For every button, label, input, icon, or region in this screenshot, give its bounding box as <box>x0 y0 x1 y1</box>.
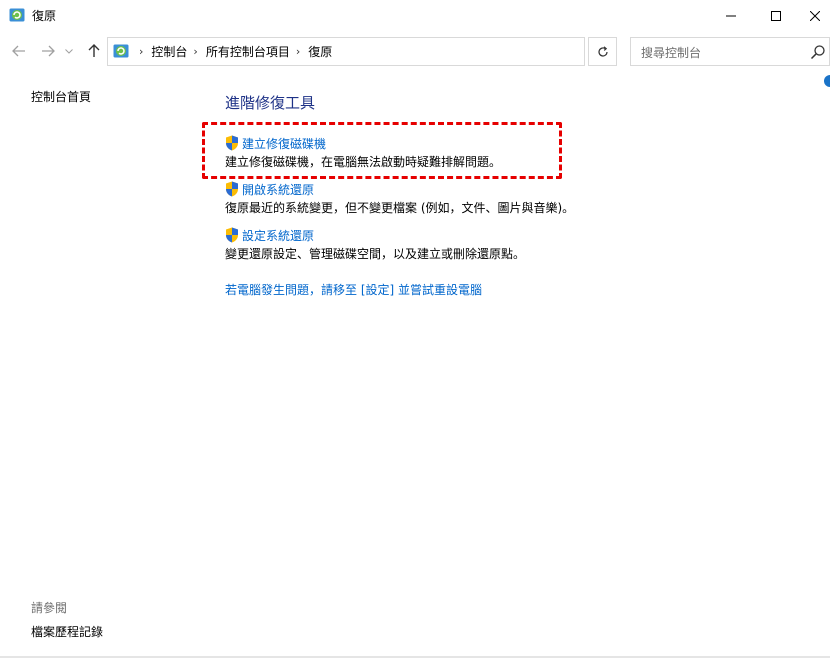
minimize-icon <box>726 15 736 16</box>
tool-open-system-restore: 開啟系統還原 復原最近的系統變更，但不變更檔案 (例如，文件、圖片與音樂)。 <box>225 181 574 216</box>
search-box[interactable]: 搜尋控制台 <box>630 37 830 66</box>
refresh-icon <box>597 45 608 57</box>
breadcrumb-recovery[interactable]: 復原 <box>308 43 332 60</box>
maximize-icon <box>771 10 781 21</box>
page-title: 進階修復工具 <box>225 94 316 112</box>
forward-arrow-icon <box>42 45 55 57</box>
window-title: 復原 <box>32 9 57 23</box>
breadcrumb-control-panel[interactable]: 控制台 <box>151 43 187 60</box>
uac-shield-icon <box>226 181 238 197</box>
close-button[interactable] <box>799 0 830 31</box>
configure-system-restore-description: 變更還原設定、管理磁碟空間，以及建立或刪除還原點。 <box>225 247 526 261</box>
open-system-restore-label[interactable]: 開啟系統還原 <box>242 181 314 198</box>
refresh-button[interactable] <box>588 37 617 66</box>
search-placeholder[interactable]: 搜尋控制台 <box>641 44 701 61</box>
see-also-label: 請參閱 <box>31 601 68 615</box>
breadcrumb-all-items[interactable]: 所有控制台項目 <box>206 43 290 60</box>
maximize-button[interactable] <box>753 0 799 31</box>
recovery-icon <box>9 8 25 22</box>
configure-system-restore-link[interactable]: 設定系統還原 <box>225 227 525 243</box>
chevron-down-icon <box>65 48 73 54</box>
back-button[interactable] <box>9 41 29 61</box>
forward-button[interactable] <box>38 41 58 61</box>
highlight-box <box>202 122 562 179</box>
chevron-right-icon[interactable]: › <box>139 45 143 58</box>
help-icon[interactable] <box>824 75 830 87</box>
control-panel-home-link[interactable]: 控制台首頁 <box>31 88 91 105</box>
address-bar[interactable]: › 控制台 › 所有控制台項目 › 復原 <box>107 37 677 66</box>
navigation-bar: › 控制台 › 所有控制台項目 › 復原 搜尋控制台 <box>0 31 830 71</box>
reset-pc-link[interactable]: 若電腦發生問題，請移至 [設定] 並嘗試重設電腦 <box>225 281 482 298</box>
open-system-restore-description: 復原最近的系統變更，但不變更檔案 (例如，文件、圖片與音樂)。 <box>225 201 575 215</box>
up-arrow-icon <box>88 44 100 57</box>
breadcrumb: › 控制台 › 所有控制台項目 › 復原 <box>133 38 332 65</box>
recent-locations-button[interactable] <box>62 41 76 61</box>
file-history-link[interactable]: 檔案歷程記錄 <box>31 623 103 640</box>
uac-shield-icon <box>226 227 238 243</box>
close-icon <box>809 10 820 21</box>
open-system-restore-link[interactable]: 開啟系統還原 <box>225 181 574 197</box>
configure-system-restore-label[interactable]: 設定系統還原 <box>242 227 314 244</box>
up-button[interactable] <box>84 41 104 61</box>
chevron-right-icon[interactable]: › <box>193 45 197 58</box>
minimize-button[interactable] <box>708 0 754 31</box>
control-panel-icon <box>113 44 129 58</box>
tool-configure-system-restore: 設定系統還原 變更還原設定、管理磁碟空間，以及建立或刪除還原點。 <box>225 227 525 262</box>
back-arrow-icon <box>12 45 25 57</box>
chevron-right-icon[interactable]: › <box>296 45 300 58</box>
title-bar: 復原 <box>0 0 830 31</box>
search-icon[interactable] <box>810 44 826 60</box>
